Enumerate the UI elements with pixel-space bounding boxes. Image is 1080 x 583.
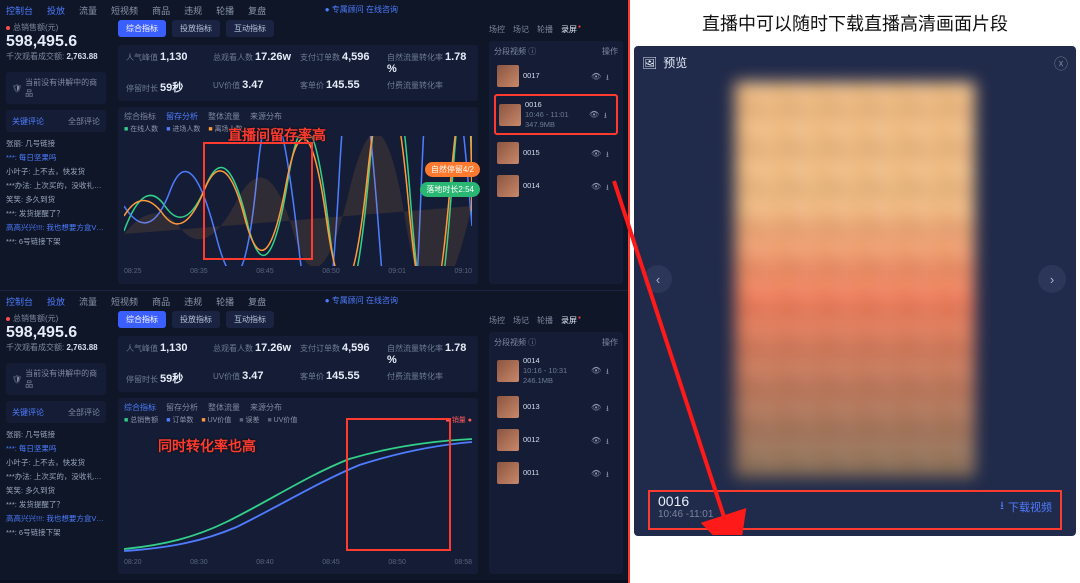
stop-icon	[6, 26, 10, 30]
nav-tabs: 控制台 投放 流量 短视频 商品 违规 轮播 复盘	[6, 4, 266, 17]
rp-tab[interactable]: 场记	[513, 24, 529, 35]
all-comments-toggle[interactable]: 全部评论	[68, 116, 100, 127]
sales-indicator[interactable]: 销量 ●	[446, 415, 472, 425]
chart-tab[interactable]: 来源分布	[250, 111, 282, 122]
preview-icon	[591, 149, 600, 158]
preview-icon	[591, 182, 600, 191]
right-panel: 场控 场记 轮播 录屏 分段视频 ⓘ操作 0017 001610:46 - 11…	[484, 0, 628, 290]
chart-tab[interactable]: 留存分析	[166, 111, 198, 122]
comment-item: ***: 发货提醒了？	[6, 208, 106, 220]
revenue-label: 总销售额(元)	[13, 22, 58, 33]
tag-natural: 自然停留4/2	[425, 162, 480, 177]
tab-carousel[interactable]: 轮播	[216, 4, 234, 17]
segment-item[interactable]: 0017	[494, 61, 618, 91]
comment-item: 高高兴兴!!!: 我也想要方盒V1送的，是吗 有吗？	[6, 222, 106, 234]
preview-modal: 🖼 预览 ⓧ ‹ › 0016 10:46 -11:01 ⭳下载视频	[634, 46, 1076, 536]
tab-shortvideo[interactable]: 短视频	[111, 4, 138, 17]
pill-composite[interactable]: 综合指标	[118, 20, 166, 37]
tab-console[interactable]: 控制台	[6, 4, 33, 17]
rp-tab[interactable]: 场控	[489, 24, 505, 35]
download-icon	[606, 182, 615, 191]
revenue-box: 总销售额(元) 598,495.6 千次观看成交额: 2,763.88	[6, 22, 106, 62]
segment-item[interactable]: 0015	[494, 138, 618, 168]
close-icon[interactable]: ⓧ	[1054, 54, 1068, 74]
main-panel: 综合指标 投放指标 互动指标 人气峰值1,130 总观看人数17.26w 支付订…	[112, 0, 484, 290]
preview-time: 10:46 -11:01	[658, 509, 713, 520]
pill-interact[interactable]: 互动指标	[226, 20, 274, 37]
comment-item: ***办法: 上次买的，没收礼就发到	[6, 180, 106, 192]
tab-ad[interactable]: 投放	[47, 4, 65, 17]
chart-tab[interactable]: 综合指标	[124, 111, 156, 122]
preview-icon	[591, 72, 600, 81]
next-button[interactable]: ›	[1038, 265, 1066, 293]
download-icon	[606, 72, 615, 81]
preview-image	[735, 82, 975, 477]
tab-goods[interactable]: 商品	[152, 4, 170, 17]
prev-button[interactable]: ‹	[644, 265, 672, 293]
key-comments-label[interactable]: 关键评论	[12, 116, 44, 127]
segment-item-highlighted[interactable]: 001610:46 - 11:01 347.9MB	[494, 94, 618, 135]
comments-header: 关键评论 全部评论	[6, 110, 106, 132]
segment-item[interactable]: 0014	[494, 171, 618, 201]
preview-id: 0016	[658, 493, 713, 509]
chart-area-1: 综合指标 留存分析 整体流量 来源分布 在线人数 进场人数 离场人数	[118, 107, 478, 284]
comment-item: 张丽: 几号链接	[6, 138, 106, 150]
preview-title: 预览	[663, 54, 687, 71]
rp-tab-record[interactable]: 录屏	[561, 24, 580, 35]
preview-icon	[589, 110, 598, 119]
right-column: 直播中可以随时下载直播高清画面片段 🖼 预览 ⓧ ‹ › 0016 10:46 -…	[630, 0, 1080, 583]
comment-item: 笑笑: 多久到货	[6, 194, 106, 206]
nav-tabs: 控制台 投放 流量 短视频 商品 违规 轮播 复盘	[6, 295, 266, 308]
chart-tab[interactable]: 整体流量	[208, 111, 240, 122]
download-icon: ⭳	[1000, 497, 1004, 516]
comment-item: ***: 每日坚果吗	[6, 152, 106, 164]
live-status-badge[interactable]: ● 专属顾问 在线咨询	[325, 4, 398, 15]
kpi-bar: 人气峰值1,130 总观看人数17.26w 支付订单数4,596 自然流量转化率…	[118, 45, 478, 101]
notice-card: 🛡当前没有讲解中的商品	[6, 72, 106, 104]
annotation-conversion: 同时转化率也高	[158, 436, 256, 456]
pill-tabs: 综合指标 投放指标 互动指标	[118, 20, 478, 37]
comment-item: 小叶子: 上不去，快发货	[6, 166, 106, 178]
annotation-retention: 直播间留存率高	[228, 125, 326, 145]
retention-line-chart	[124, 136, 472, 266]
tab-review[interactable]: 复盘	[248, 4, 266, 17]
tag-landing: 落地时长2:54	[420, 182, 480, 197]
segment-card: 分段视频 ⓘ操作 0017 001610:46 - 11:01 347.9MB …	[489, 41, 623, 284]
tab-traffic[interactable]: 流量	[79, 4, 97, 17]
revenue-value: 598,495.6	[6, 33, 106, 51]
download-icon	[606, 149, 615, 158]
dashboard-top: 控制台 投放 流量 短视频 商品 违规 轮播 复盘 ● 专属顾问 在线咨询 总销…	[0, 0, 628, 290]
doc-title: 直播中可以随时下载直播高清画面片段	[634, 10, 1076, 36]
sidebar: 总销售额(元) 598,495.6 千次观看成交额: 2,763.88 🛡当前没…	[0, 0, 112, 290]
rp-tab[interactable]: 轮播	[537, 24, 553, 35]
pill-ad[interactable]: 投放指标	[172, 20, 220, 37]
download-button[interactable]: ⭳下载视频	[1000, 497, 1052, 516]
download-bar: 0016 10:46 -11:01 ⭳下载视频	[656, 489, 1054, 524]
dashboard-bottom: 控制台 投放 流量 短视频 商品 违规 轮播 复盘 ● 专属顾问 在线咨询 总销…	[0, 290, 628, 580]
comment-list: 张丽: 几号链接 ***: 每日坚果吗 小叶子: 上不去，快发货 ***办法: …	[6, 138, 106, 250]
download-icon	[604, 110, 613, 119]
tab-violation[interactable]: 违规	[184, 4, 202, 17]
comment-item: ***: 6号链接下架	[6, 236, 106, 248]
chart-area-2: 综合指标 留存分析 整体流量 来源分布 总销售额 订单数 UV价值 误差 UV价…	[118, 398, 478, 574]
image-icon: 🖼	[642, 56, 657, 70]
